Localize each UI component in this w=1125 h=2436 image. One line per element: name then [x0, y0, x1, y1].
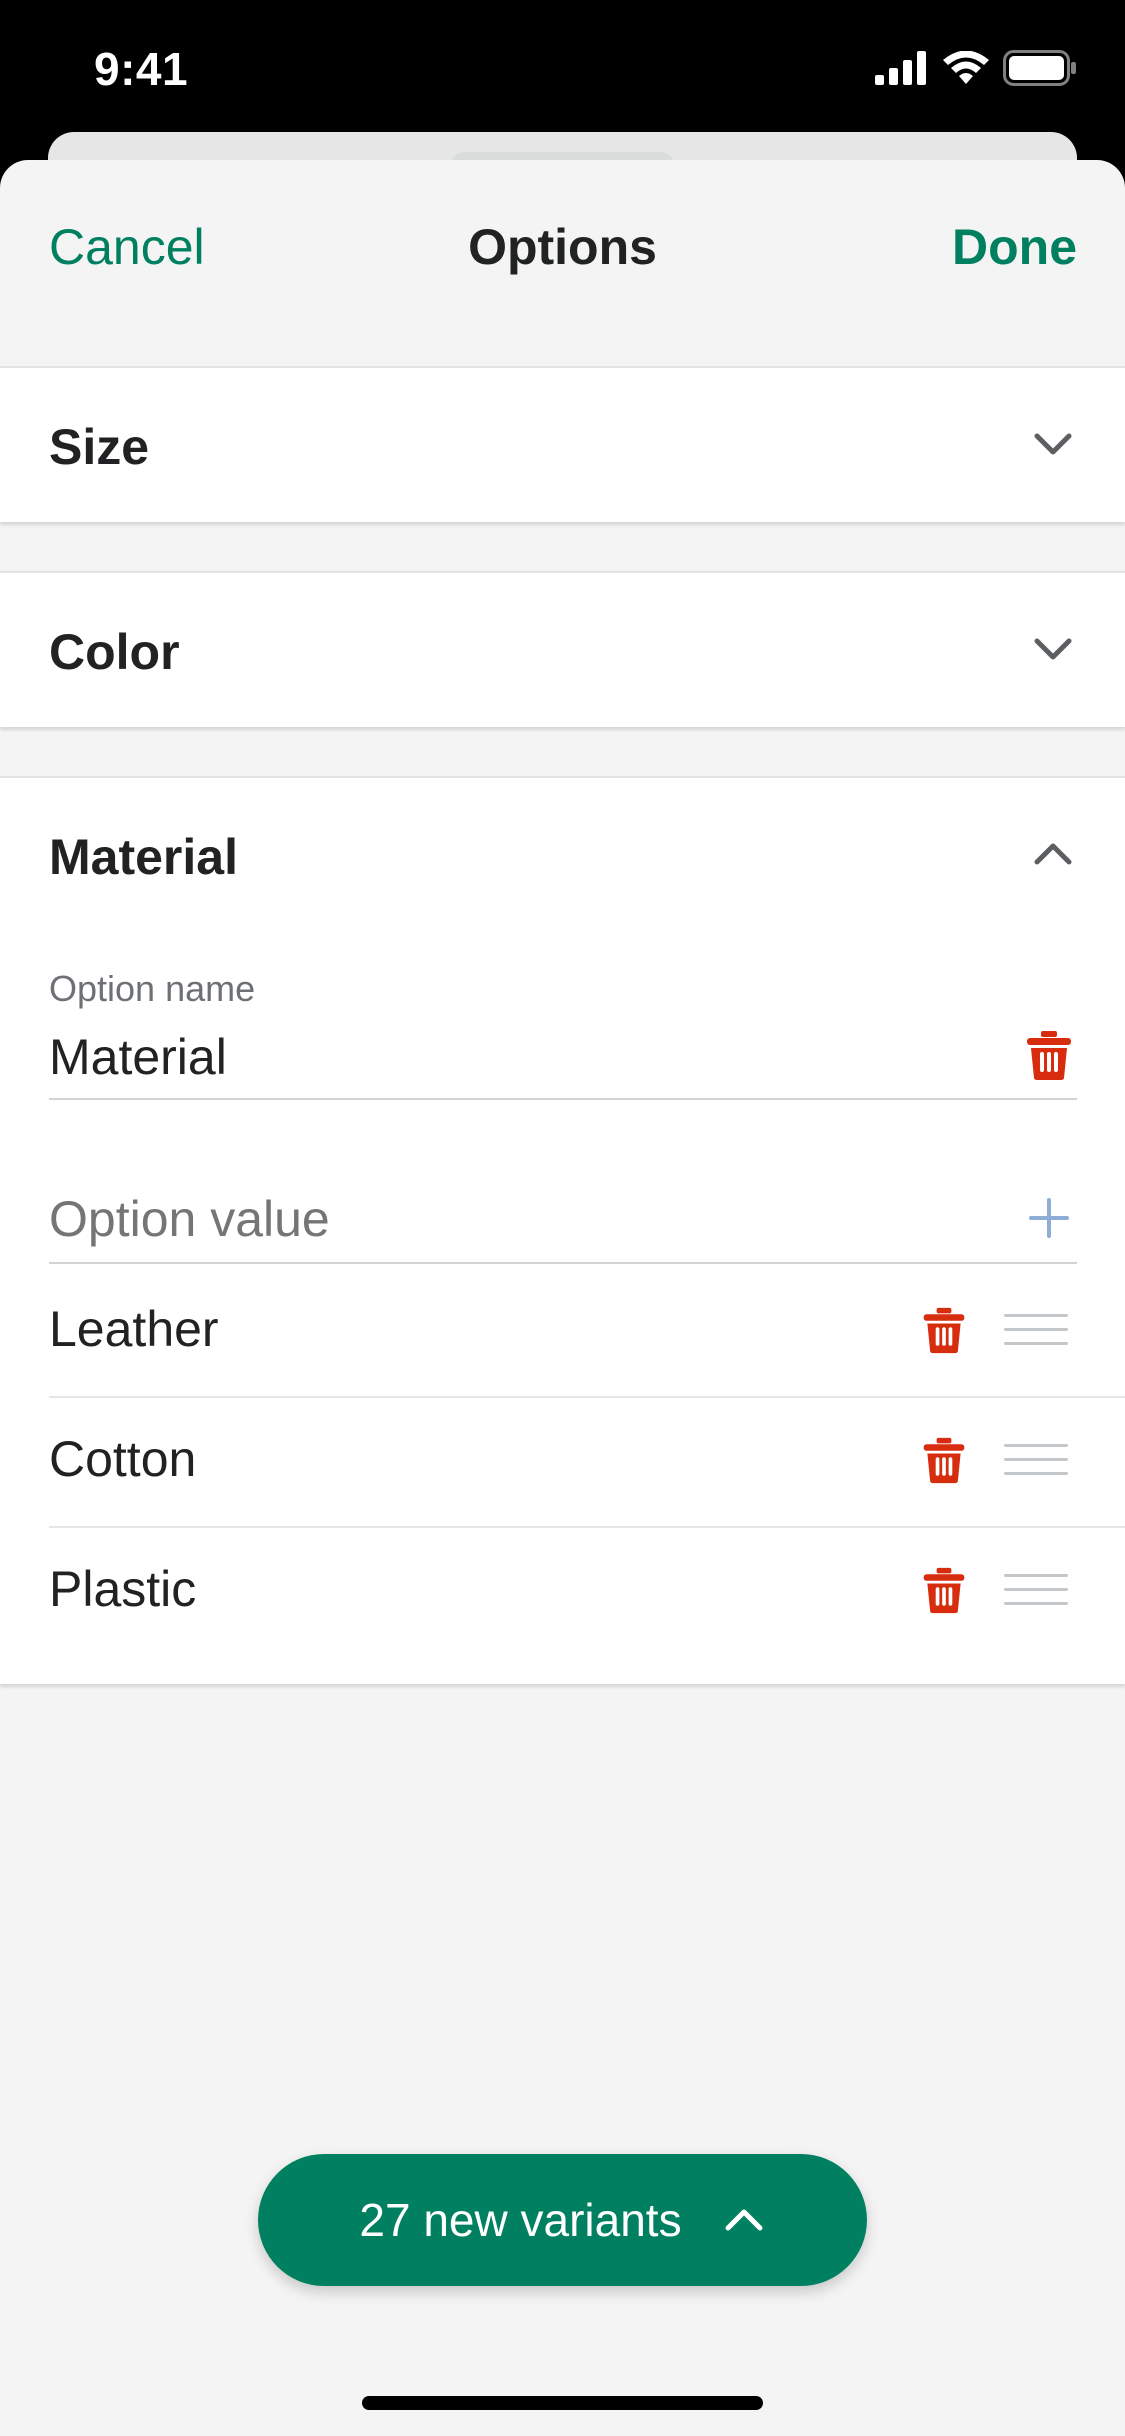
add-value-plus-icon[interactable]: [1027, 1196, 1071, 1240]
section-material-title: Material: [49, 829, 238, 885]
navigation-bar: Cancel Options Done: [0, 160, 1125, 366]
drag-handle-icon[interactable]: [1004, 1308, 1068, 1352]
option-value-text[interactable]: Plastic: [49, 1560, 196, 1618]
section-color-title: Color: [49, 624, 180, 680]
chevron-up-icon: [1034, 843, 1072, 865]
delete-option-trash-icon[interactable]: [1026, 1029, 1072, 1081]
section-color-header[interactable]: Color: [0, 573, 1125, 725]
section-size: Size: [0, 366, 1125, 522]
option-name-field[interactable]: Material: [49, 1028, 227, 1086]
section-material: Material Option name Material Leather: [0, 776, 1125, 1684]
trash-icon[interactable]: [922, 1566, 966, 1614]
chevron-down-icon: [1034, 433, 1072, 455]
option-value-input[interactable]: [49, 1190, 949, 1248]
battery-icon: [1003, 50, 1076, 86]
trash-icon[interactable]: [922, 1306, 966, 1354]
status-bar: 9:41: [0, 0, 1125, 140]
option-value-row: Leather: [49, 1268, 1125, 1398]
chevron-down-icon: [1034, 638, 1072, 660]
option-name-label: Option name: [49, 968, 256, 1009]
section-size-header[interactable]: Size: [0, 368, 1125, 520]
option-value-row: Plastic: [49, 1528, 1125, 1656]
done-button[interactable]: Done: [952, 218, 1077, 276]
section-size-title: Size: [49, 419, 150, 475]
chevron-up-icon: [725, 2209, 763, 2231]
trash-icon[interactable]: [922, 1436, 966, 1484]
new-variants-button[interactable]: 27 new variants: [258, 2154, 867, 2286]
status-time: 9:41: [94, 43, 189, 95]
status-icons: [875, 50, 1077, 86]
cellular-signal-icon: [875, 51, 926, 85]
option-value-text[interactable]: Leather: [49, 1300, 219, 1358]
wifi-icon: [943, 51, 989, 84]
home-indicator: [362, 2396, 763, 2410]
new-variants-label: 27 new variants: [359, 2194, 682, 2246]
option-name-underline: [49, 1098, 1077, 1100]
options-sheet: Cancel Options Done Size Color Material: [0, 160, 1125, 2436]
section-color: Color: [0, 571, 1125, 727]
option-value-row: Cotton: [49, 1398, 1125, 1528]
drag-handle-icon[interactable]: [1004, 1438, 1068, 1482]
section-material-header[interactable]: Material: [0, 778, 1125, 930]
option-value-text[interactable]: Cotton: [49, 1430, 196, 1488]
option-value-underline: [49, 1262, 1077, 1264]
drag-handle-icon[interactable]: [1004, 1568, 1068, 1612]
